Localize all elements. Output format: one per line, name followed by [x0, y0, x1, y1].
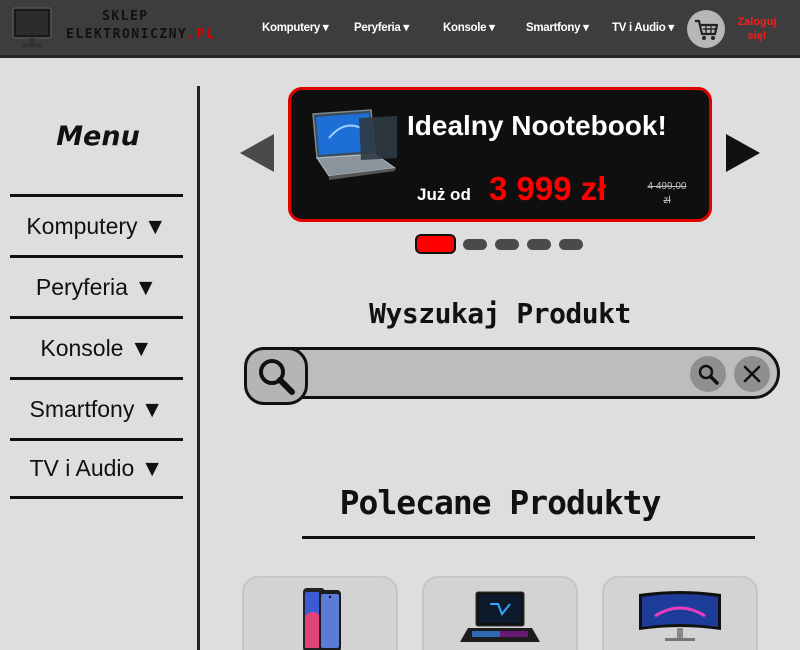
recommended-underline: [302, 536, 755, 539]
nav-item-konsole[interactable]: Konsole ▾: [443, 20, 495, 34]
carousel-dot-1[interactable]: [415, 234, 456, 254]
carousel-dot-5[interactable]: [559, 239, 583, 250]
logo-text: SKLEP ELEKTRONICZNY.PL: [66, 8, 215, 44]
sidebar: Menu Komputery ▼ Peryferia ▼ Konsole ▼ S…: [0, 86, 200, 650]
laptop-product-image: [460, 591, 540, 642]
old-price-currency: zł: [663, 195, 671, 206]
carousel-dot-3[interactable]: [495, 239, 519, 250]
banner-from-label: Już od: [417, 185, 471, 204]
search-icon: [698, 364, 719, 385]
logo-suffix: .PL: [187, 27, 216, 42]
carousel-dot-2[interactable]: [463, 239, 487, 250]
product-card-monitor[interactable]: [602, 576, 758, 650]
close-icon: [743, 365, 761, 383]
cart-button[interactable]: [687, 10, 725, 48]
menu-title: Menu: [56, 121, 140, 152]
smartphone-image: [303, 588, 341, 650]
old-price-amount: 4 499,00: [647, 181, 687, 192]
carousel-next-button[interactable]: [726, 134, 760, 172]
top-header: SKLEP ELEKTRONICZNY.PL Komputery ▾ Peryf…: [0, 0, 800, 58]
banner-old-price: 4 499,00 zł: [637, 180, 697, 208]
sidebar-item-peryferia[interactable]: Peryferia ▼: [10, 255, 183, 316]
monitor-logo-icon: [12, 7, 52, 47]
search-bar: [244, 347, 780, 405]
logo-line2: ELEKTRONICZNY: [66, 27, 188, 42]
product-card-laptop[interactable]: [422, 576, 578, 650]
carousel-prev-button[interactable]: [240, 134, 274, 172]
login-link[interactable]: Zaloguj się!: [735, 15, 779, 43]
shopping-cart-icon: [695, 19, 719, 40]
laptop-image: [312, 109, 397, 180]
magnifier-icon: [259, 359, 295, 395]
curved-monitor-image: [639, 591, 721, 641]
sidebar-item-komputery[interactable]: Komputery ▼: [10, 194, 183, 255]
product-card-phone[interactable]: [242, 576, 398, 650]
banner-title: Idealny Nootebook!: [407, 110, 667, 141]
nav-item-peryferia[interactable]: Peryferia ▾: [354, 20, 409, 34]
sidebar-item-smartfony[interactable]: Smartfony ▼: [10, 377, 183, 438]
sidebar-item-tv-audio[interactable]: TV i Audio ▼: [10, 438, 183, 499]
sidebar-item-konsole[interactable]: Konsole ▼: [10, 316, 183, 377]
banner-price: 3 999 zł: [489, 170, 607, 207]
recommended-title: Polecane Produkty: [339, 483, 662, 522]
carousel-dot-4[interactable]: [527, 239, 551, 250]
promo-banner[interactable]: Idealny Nootebook! Już od 3 999 zł 4 499…: [288, 87, 712, 222]
search-button[interactable]: [690, 356, 726, 392]
search-title: Wyszukaj Produkt: [369, 297, 631, 330]
search-input[interactable]: [313, 355, 683, 391]
nav-item-smartfony[interactable]: Smartfony ▾: [526, 20, 589, 34]
site-logo[interactable]: SKLEP ELEKTRONICZNY.PL: [12, 4, 242, 54]
sidebar-menu: Komputery ▼ Peryferia ▼ Konsole ▼ Smartf…: [10, 194, 183, 499]
search-lead-button[interactable]: [244, 347, 308, 405]
login-line2: się!: [747, 30, 767, 42]
nav-item-komputery[interactable]: Komputery ▾: [262, 20, 329, 34]
nav-item-tv-audio[interactable]: TV i Audio ▾: [612, 20, 674, 34]
logo-line1: SKLEP: [102, 9, 149, 24]
clear-search-button[interactable]: [734, 356, 770, 392]
login-line1: Zaloguj: [737, 16, 777, 28]
